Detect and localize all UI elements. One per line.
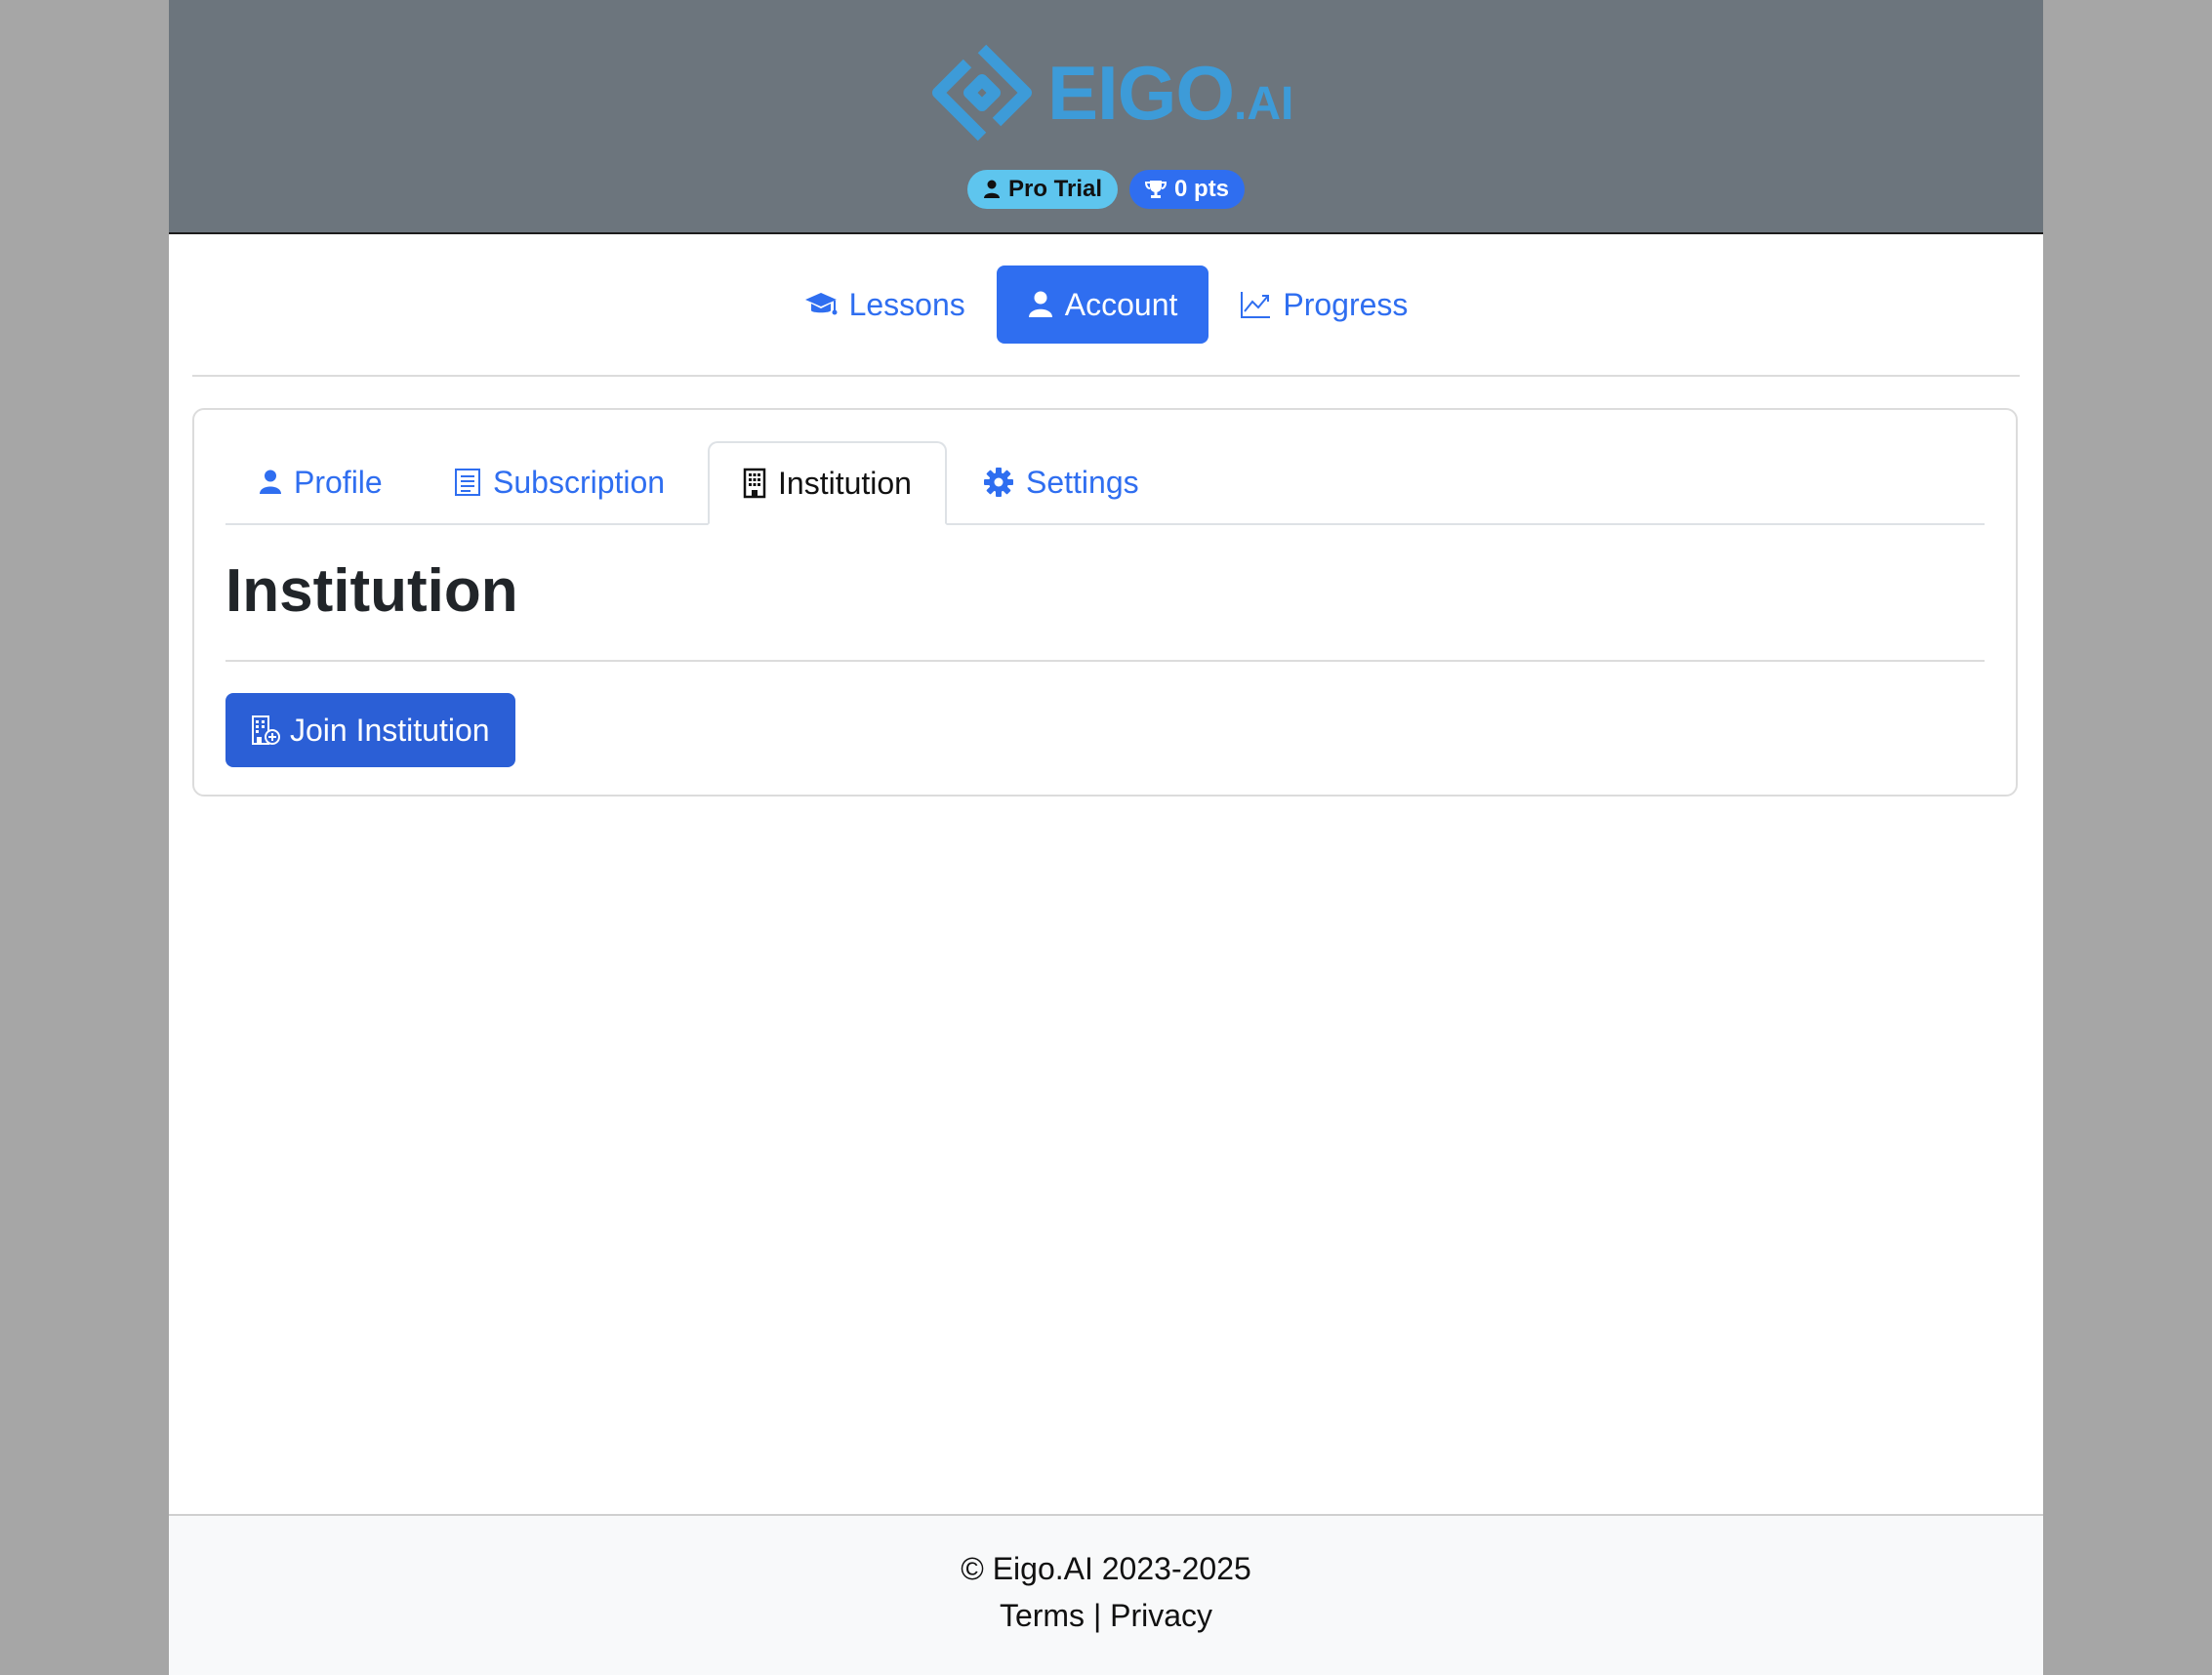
eigo-logo-icon <box>932 44 1032 142</box>
user-icon <box>983 180 1000 198</box>
user-icon <box>1028 291 1052 317</box>
nav-lessons[interactable]: Lessons <box>773 266 997 344</box>
page-title: Institution <box>225 557 518 625</box>
points-label: 0 pts <box>1174 176 1230 202</box>
tab-institution[interactable]: Institution <box>708 441 947 525</box>
nav-account-label: Account <box>1064 286 1178 322</box>
trophy-icon <box>1145 181 1167 198</box>
join-institution-button[interactable]: Join Institution <box>225 693 515 767</box>
tab-subscription[interactable]: Subscription <box>421 441 698 523</box>
footer-links: Terms | Privacy <box>169 1598 2043 1634</box>
title-divider <box>225 660 1985 662</box>
gear-icon <box>984 468 1013 497</box>
copyright-text: © Eigo.AI 2023-2025 <box>961 1551 1251 1586</box>
tab-institution-label: Institution <box>778 465 912 501</box>
privacy-link[interactable]: Privacy <box>1110 1598 1212 1633</box>
page: EIGO.AI Pro Trial 0 pts Lessons Account … <box>169 0 2043 1675</box>
nav-divider <box>192 375 2020 377</box>
header-badges: Pro Trial 0 pts <box>169 170 2043 209</box>
tab-subscription-label: Subscription <box>493 464 666 500</box>
header: EIGO.AI Pro Trial 0 pts <box>169 0 2043 234</box>
chart-line-icon <box>1241 292 1271 318</box>
graduation-cap-icon <box>804 293 838 315</box>
receipt-icon <box>455 469 480 496</box>
pro-trial-label: Pro Trial <box>1007 176 1103 202</box>
account-card: Profile Subscription Institution Setting… <box>192 408 2018 797</box>
footer-separator: | <box>1092 1598 1102 1633</box>
user-icon <box>260 470 281 494</box>
nav-account[interactable]: Account <box>996 266 1209 344</box>
building-icon <box>743 468 766 499</box>
points-badge: 0 pts <box>1129 170 1246 209</box>
pro-trial-badge: Pro Trial <box>966 170 1119 209</box>
nav-progress-label: Progress <box>1283 286 1409 322</box>
nav-lessons-label: Lessons <box>848 286 965 322</box>
logo-text: EIGO.AI <box>1047 55 1293 131</box>
nav-progress[interactable]: Progress <box>1208 266 1439 344</box>
terms-link[interactable]: Terms <box>1000 1598 1085 1633</box>
footer: © Eigo.AI 2023-2025 Terms | Privacy <box>169 1514 2043 1675</box>
tab-profile-label: Profile <box>294 464 383 500</box>
tab-settings-label: Settings <box>1026 464 1139 500</box>
logo[interactable]: EIGO.AI <box>930 41 1293 144</box>
join-institution-label: Join Institution <box>290 712 490 748</box>
logo-text-main: EIGO <box>1047 50 1235 136</box>
tab-settings[interactable]: Settings <box>950 441 1172 523</box>
account-tabs: Profile Subscription Institution Setting… <box>225 441 1985 525</box>
main-nav: Lessons Account Progress <box>169 266 2043 344</box>
logo-text-suffix: .AI <box>1234 78 1294 130</box>
building-add-icon <box>252 715 280 745</box>
tab-profile[interactable]: Profile <box>225 441 416 523</box>
